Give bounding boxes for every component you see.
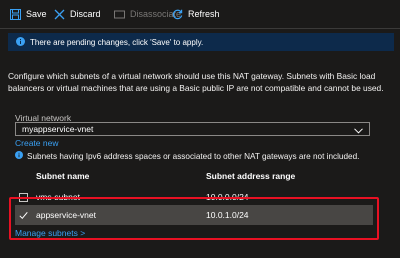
discard-label: Discard <box>70 9 101 19</box>
table-row[interactable]: vms-subnet 10.0.0.0/24 <box>15 187 373 207</box>
refresh-label: Refresh <box>188 9 220 19</box>
row-checkbox[interactable] <box>19 193 28 202</box>
subnet-name-cell: appservice-vnet <box>36 210 97 220</box>
command-bar: Save Discard Disassociate Refresh <box>0 0 400 29</box>
subnet-note: Subnets having Ipv6 address spaces or as… <box>15 151 359 161</box>
discard-button[interactable]: Discard <box>54 0 101 28</box>
subnet-range-cell: 10.0.1.0/24 <box>206 210 249 220</box>
pending-changes-banner: There are pending changes, click 'Save' … <box>8 33 394 51</box>
manage-subnets-link[interactable]: Manage subnets > <box>15 228 85 238</box>
save-label: Save <box>26 9 47 19</box>
refresh-icon <box>172 9 183 20</box>
disassociate-button[interactable]: Disassociate <box>114 0 181 28</box>
description-text: Configure which subnets of a virtual net… <box>8 71 384 93</box>
column-header-subnet-name: Subnet name <box>36 171 90 181</box>
save-button[interactable]: Save <box>10 0 47 28</box>
disassociate-icon <box>114 9 125 20</box>
save-icon <box>10 8 21 20</box>
info-icon <box>16 36 25 48</box>
subnet-range-cell: 10.0.0.0/24 <box>206 192 249 202</box>
banner-text: There are pending changes, click 'Save' … <box>30 37 204 47</box>
subnet-name-cell: vms-subnet <box>36 192 80 202</box>
column-header-address-range: Subnet address range <box>206 171 296 181</box>
close-icon <box>54 9 65 20</box>
chevron-down-icon <box>354 126 363 136</box>
checkmark-icon[interactable] <box>19 211 28 220</box>
subnet-note-text: Subnets having Ipv6 address spaces or as… <box>27 151 360 161</box>
info-icon <box>15 151 23 161</box>
table-row-selected[interactable]: appservice-vnet 10.0.1.0/24 <box>15 205 373 225</box>
virtual-network-dropdown[interactable]: myappservice-vnet <box>15 122 370 136</box>
virtual-network-value: myappservice-vnet <box>22 124 94 134</box>
create-new-link[interactable]: Create new <box>15 138 58 148</box>
refresh-button[interactable]: Refresh <box>172 0 220 28</box>
